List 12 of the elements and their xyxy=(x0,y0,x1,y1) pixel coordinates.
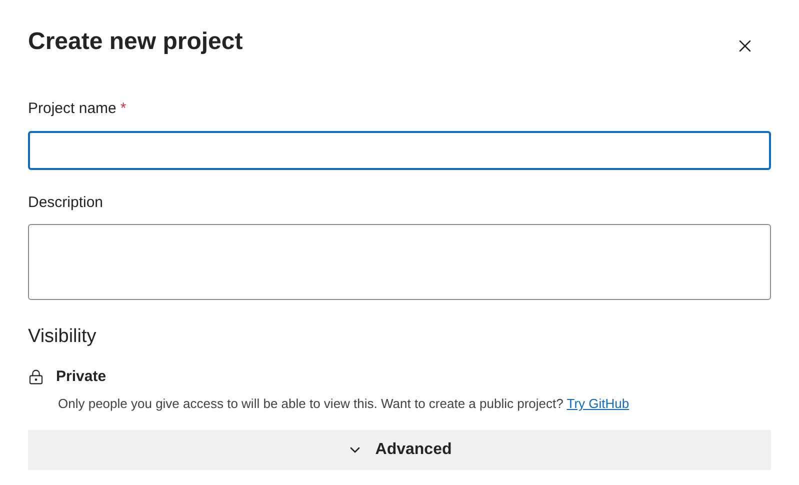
advanced-toggle[interactable]: Advanced xyxy=(28,430,771,470)
github-link[interactable]: Try GitHub xyxy=(566,396,630,411)
field-label: Description xyxy=(28,192,104,212)
visibility-note: Only people you give access to will be able to view this. Want to create a public project? Try GitHub xyxy=(58,395,630,413)
field-label: Project name xyxy=(28,99,116,119)
dialog-title: Create new project xyxy=(28,27,243,57)
input-field[interactable] xyxy=(28,130,771,170)
required-mark: * xyxy=(120,99,126,119)
option-label: Private xyxy=(56,366,106,386)
lock-icon xyxy=(28,368,44,385)
description-field[interactable] xyxy=(28,224,771,300)
section-heading: Visibility xyxy=(28,325,98,349)
